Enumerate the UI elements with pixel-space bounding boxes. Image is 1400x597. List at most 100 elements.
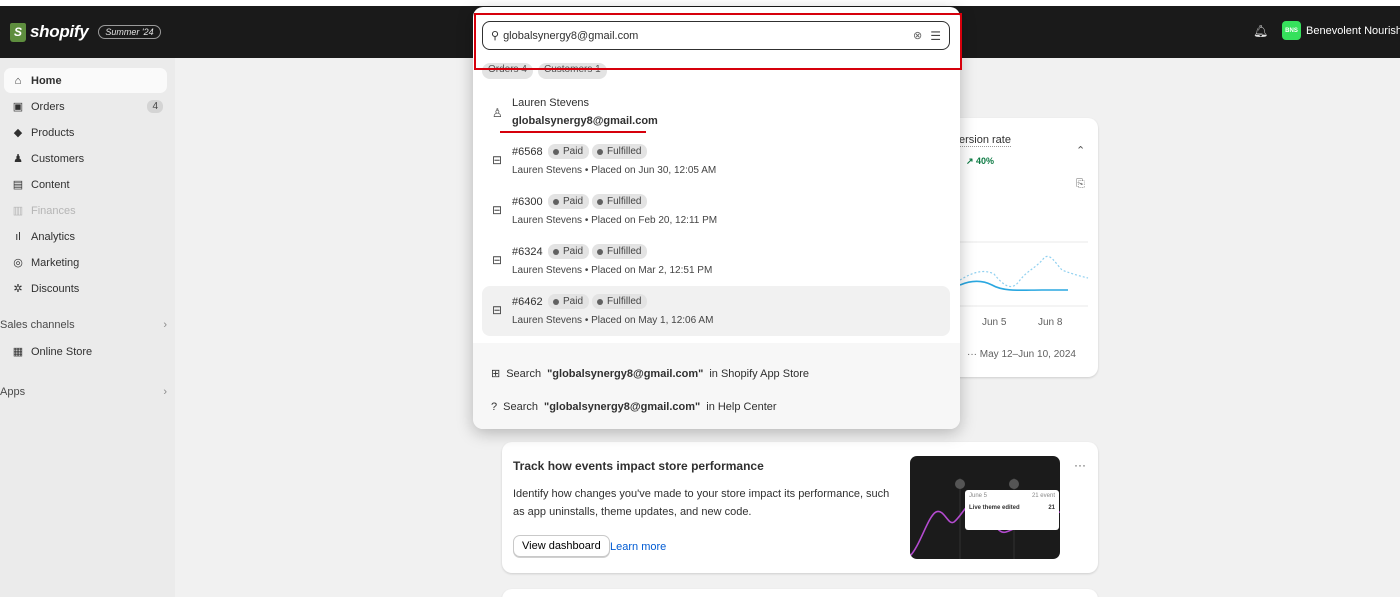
report-icon[interactable]: ⎘ (1076, 178, 1085, 191)
paid-badge: Paid (548, 294, 590, 309)
delta-badge: ↗ 40% (966, 156, 995, 166)
x-tick-label: Jun 5 (982, 317, 1007, 328)
sidebar-item-orders[interactable]: ▣ Orders 4 (4, 94, 167, 119)
sidebar-item-label: Customers (31, 152, 85, 165)
chevron-right-icon: › (163, 386, 167, 398)
fulfilled-badge: Fulfilled (592, 244, 648, 259)
paid-badge: Paid (548, 144, 590, 159)
sidebar-item-label: Analytics (31, 230, 76, 243)
customer-result[interactable]: ♙ Lauren Stevens globalsynergy8@gmail.co… (482, 89, 950, 135)
sidebar-item-finances[interactable]: ▥ Finances (4, 198, 167, 223)
bell-icon[interactable]: 🔔︎ (1253, 24, 1268, 38)
sidebar-item-customers[interactable]: ♟ Customers (4, 146, 167, 171)
help-icon: ? (491, 401, 498, 413)
shopify-logo[interactable]: S shopify Summer '24 (10, 22, 161, 42)
fulfilled-badge: Fulfilled (592, 194, 648, 209)
link-query: "globalsynergy8@gmail.com" (547, 367, 704, 380)
order-result[interactable]: ⊟ #6568 Paid Fulfilled Lauren Stevens • … (482, 136, 950, 186)
sidebar: ⌂ Home ▣ Orders 4 ◆ Products ♟ Customers… (0, 58, 175, 597)
person-icon: ♙ (492, 106, 503, 120)
sidebar-item-products[interactable]: ◆ Products (4, 120, 167, 145)
order-meta: Lauren Stevens • Placed on Feb 20, 12:11… (512, 215, 718, 226)
fulfilled-badge: Fulfilled (592, 294, 648, 309)
apps-icon: ⊞ (491, 368, 501, 380)
tooltip-value: 21 (1048, 505, 1055, 511)
home-icon: ⌂ (14, 74, 22, 87)
apps-header[interactable]: Apps › (0, 382, 167, 402)
learn-more-link[interactable]: Learn more (610, 541, 666, 553)
order-icon: ⊟ (492, 203, 503, 217)
tooltip-label: Live theme edited (969, 505, 1020, 511)
order-number: #6324 (512, 246, 543, 258)
view-dashboard-button[interactable]: View dashboard (513, 535, 610, 557)
customer-email: globalsynergy8@gmail.com (512, 115, 658, 127)
events-preview-image: June 5 21 event Live theme edited 21 (910, 456, 1060, 559)
search-app-store-link[interactable]: ⊞ Search "globalsynergy8@gmail.com" in S… (491, 367, 810, 381)
order-result[interactable]: ⊟ #6462 Paid Fulfilled Lauren Stevens • … (482, 286, 950, 336)
sales-channels-header[interactable]: Sales channels › (0, 315, 167, 335)
highlight-underline (500, 131, 646, 133)
bar-chart-icon: ıl (15, 230, 21, 243)
user-menu[interactable]: BNS Benevolent Nourishm (1282, 21, 1400, 40)
sidebar-item-label: Content (31, 178, 70, 191)
section-label: Sales channels (0, 319, 75, 331)
paid-badge: Paid (548, 194, 590, 209)
chevron-right-icon: › (163, 319, 167, 331)
highlight-box (474, 13, 962, 70)
avatar: BNS (1282, 21, 1301, 40)
sidebar-item-label: Online Store (31, 345, 93, 358)
bank-icon: ▥ (12, 205, 24, 217)
sidebar-item-marketing[interactable]: ◎ Marketing (4, 250, 167, 275)
tooltip-date: June 5 (969, 493, 988, 499)
event-tooltip: June 5 21 event Live theme edited 21 (965, 490, 1059, 530)
next-card (502, 589, 1098, 597)
chevron-up-icon[interactable]: ⌃ (1076, 144, 1085, 157)
order-number: #6462 (512, 296, 543, 308)
order-number: #6300 (512, 196, 543, 208)
sidebar-item-label: Home (31, 74, 62, 87)
sidebar-item-label: Finances (31, 204, 76, 217)
store-icon: ▦ (12, 346, 24, 358)
sidebar-item-online-store[interactable]: ▦ Online Store (4, 339, 167, 364)
sidebar-item-label: Orders (31, 100, 65, 113)
search-footer: ⊞ Search "globalsynergy8@gmail.com" in S… (473, 343, 960, 429)
link-prefix: Search (503, 401, 538, 413)
sidebar-item-analytics[interactable]: ıl Analytics (4, 224, 167, 249)
tag-icon: ◆ (13, 127, 23, 139)
order-number: #6568 (512, 146, 543, 158)
section-label: Apps (0, 386, 26, 398)
order-meta: Lauren Stevens • Placed on May 1, 12:06 … (512, 315, 714, 326)
monitor-icon: ▤ (12, 179, 24, 191)
order-result[interactable]: ⊟ #6324 Paid Fulfilled Lauren Stevens • … (482, 236, 950, 286)
target-icon: ◎ (13, 257, 23, 269)
card-title: Track how events impact store performanc… (513, 459, 764, 473)
order-meta: Lauren Stevens • Placed on Mar 2, 12:51 … (512, 265, 713, 276)
more-actions-icon[interactable]: ··· (1074, 458, 1086, 472)
search-help-center-link[interactable]: ? Search "globalsynergy8@gmail.com" in H… (491, 401, 777, 413)
link-query: "globalsynergy8@gmail.com" (543, 401, 701, 413)
link-suffix: in Shopify App Store (709, 367, 810, 380)
sidebar-item-label: Marketing (31, 256, 80, 269)
store-name: Benevolent Nourishm (1306, 24, 1400, 37)
edition-badge[interactable]: Summer '24 (98, 25, 161, 39)
order-icon: ⊟ (492, 253, 503, 267)
paid-badge: Paid (548, 244, 590, 259)
events-card: Track how events impact store performanc… (502, 442, 1098, 573)
sidebar-item-discounts[interactable]: ✲ Discounts (4, 276, 167, 301)
customer-name: Lauren Stevens (512, 97, 590, 109)
date-range-legend: ··· May 12–Jun 10, 2024 (967, 349, 1076, 360)
sidebar-item-content[interactable]: ▤ Content (4, 172, 167, 197)
orders-count-badge: 4 (147, 100, 163, 113)
order-result[interactable]: ⊟ #6300 Paid Fulfilled Lauren Stevens • … (482, 186, 950, 236)
sidebar-item-label: Discounts (31, 282, 80, 295)
link-suffix: in Help Center (706, 401, 777, 413)
sidebar-item-label: Products (31, 126, 75, 139)
card-description: Identify how changes you've made to your… (513, 488, 890, 518)
brand-name: shopify (30, 22, 89, 41)
link-prefix: Search (506, 367, 542, 380)
sidebar-item-home[interactable]: ⌂ Home (4, 68, 167, 93)
fulfilled-badge: Fulfilled (592, 144, 648, 159)
person-icon: ♟ (13, 153, 23, 165)
shopify-bag-icon: S (10, 22, 26, 42)
order-icon: ⊟ (492, 303, 503, 317)
